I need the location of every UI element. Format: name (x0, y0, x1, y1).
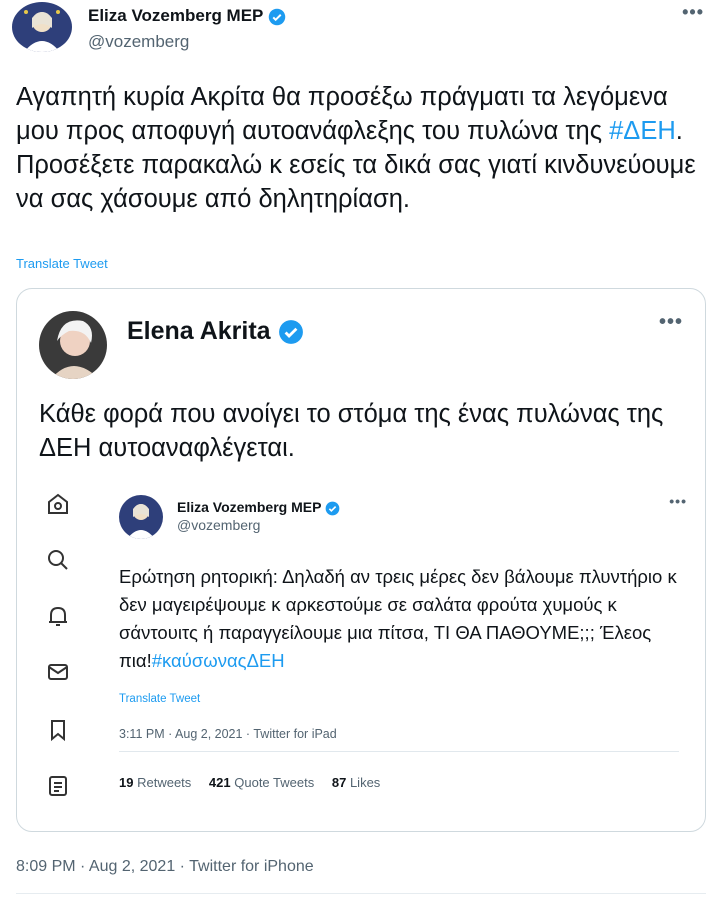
verified-badge-icon (278, 320, 303, 345)
translate-tweet-link[interactable]: Translate Tweet (119, 693, 200, 705)
quote-author-avatar[interactable] (39, 311, 107, 379)
embedded-author-name[interactable]: Eliza Vozemberg MEP (177, 499, 340, 516)
engagement-stats: 19 Retweets 421 Quote Tweets 87 Likes (119, 775, 380, 790)
quoted-tweet-card[interactable]: Elena Akrita ••• Κάθε φορά που ανοίγει τ… (16, 288, 706, 832)
author-handle[interactable]: @vozemberg (88, 32, 189, 52)
author-name[interactable]: Eliza Vozemberg MEP (88, 6, 286, 26)
hashtag-link[interactable]: #καύσωναςΔΕΗ (152, 650, 285, 671)
more-dots-icon[interactable]: ••• (659, 311, 683, 334)
more-dots-icon[interactable]: ••• (669, 493, 687, 509)
quote-author-name[interactable]: Elena Akrita (127, 317, 304, 346)
embedded-tweet-screenshot: Eliza Vozemberg MEP @vozemberg ••• Ερώτη… (17, 477, 705, 827)
hashtag-link[interactable]: #ΔΕΗ (609, 117, 676, 145)
notifications-bell-icon[interactable] (45, 603, 71, 629)
embedded-timestamp[interactable]: 3:11 PM · Aug 2, 2021 · Twitter for iPad (119, 727, 337, 741)
quote-tweet-text: Κάθε φορά που ανοίγει το στόμα της ένας … (39, 400, 664, 462)
tweet-timestamp[interactable]: 8:09 PM · Aug 2, 2021 · Twitter for iPho… (16, 858, 314, 876)
retweets-stat[interactable]: 19 Retweets (119, 775, 191, 790)
messages-envelope-icon[interactable] (45, 659, 71, 685)
home-icon[interactable] (45, 491, 71, 517)
more-dots-icon[interactable]: ••• (682, 2, 704, 23)
embedded-tweet-text: Ερώτηση ρητορική: Δηλαδή αν τρεις μέρες … (119, 566, 677, 671)
likes-stat[interactable]: 87 Likes (332, 775, 380, 790)
bookmark-icon[interactable] (45, 717, 71, 743)
verified-badge-icon (325, 501, 340, 516)
embedded-author-handle[interactable]: @vozemberg (177, 517, 260, 533)
divider (16, 893, 706, 894)
search-icon[interactable] (45, 547, 71, 573)
translate-tweet-link[interactable]: Translate Tweet (16, 256, 108, 271)
verified-badge-icon (268, 8, 286, 25)
divider (119, 751, 679, 752)
embedded-author-avatar[interactable] (119, 495, 163, 539)
quote-tweets-stat[interactable]: 421 Quote Tweets (209, 775, 314, 790)
author-avatar[interactable] (12, 2, 72, 52)
lists-icon[interactable] (45, 773, 71, 799)
tweet-text: Αγαπητή κυρία Ακρίτα θα προσέξω πράγματι… (16, 83, 696, 213)
